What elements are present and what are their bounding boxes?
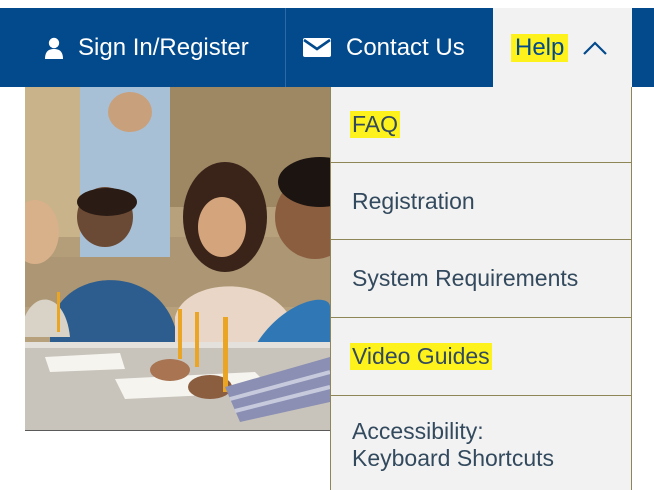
envelope-icon [302,37,332,58]
video-guides-label: Video Guides [350,343,492,370]
help-dropdown-menu: FAQ Registration System Requirements Vid… [330,87,632,490]
system-requirements-label: System Requirements [352,265,579,291]
faq-label: FAQ [350,111,401,138]
help-menu-toggle[interactable]: Help [493,8,632,87]
sign-in-register-label: Sign In/Register [78,33,249,61]
menu-item-system-requirements[interactable]: System Requirements [331,240,631,318]
accessibility-label: Accessibility: Keyboard Shortcuts [352,418,554,472]
menu-item-video-guides[interactable]: Video Guides [331,318,631,396]
contact-us-label: Contact Us [346,33,465,61]
hero-classroom-photo [25,87,330,430]
contact-us-link[interactable]: Contact Us [302,8,465,87]
accessibility-label-line1: Accessibility: [352,418,484,444]
menu-item-faq[interactable]: FAQ [331,87,631,163]
help-label: Help [511,33,569,62]
nav-divider [285,8,286,87]
menu-item-registration[interactable]: Registration [331,163,631,240]
user-icon [44,37,64,59]
sign-in-register-link[interactable]: Sign In/Register [44,8,249,87]
accessibility-label-line2: Keyboard Shortcuts [352,445,555,471]
registration-label: Registration [352,187,475,214]
photo-bottom-rule [25,430,330,431]
menu-item-accessibility-shortcuts[interactable]: Accessibility: Keyboard Shortcuts [331,396,631,490]
chevron-up-icon [582,40,608,56]
